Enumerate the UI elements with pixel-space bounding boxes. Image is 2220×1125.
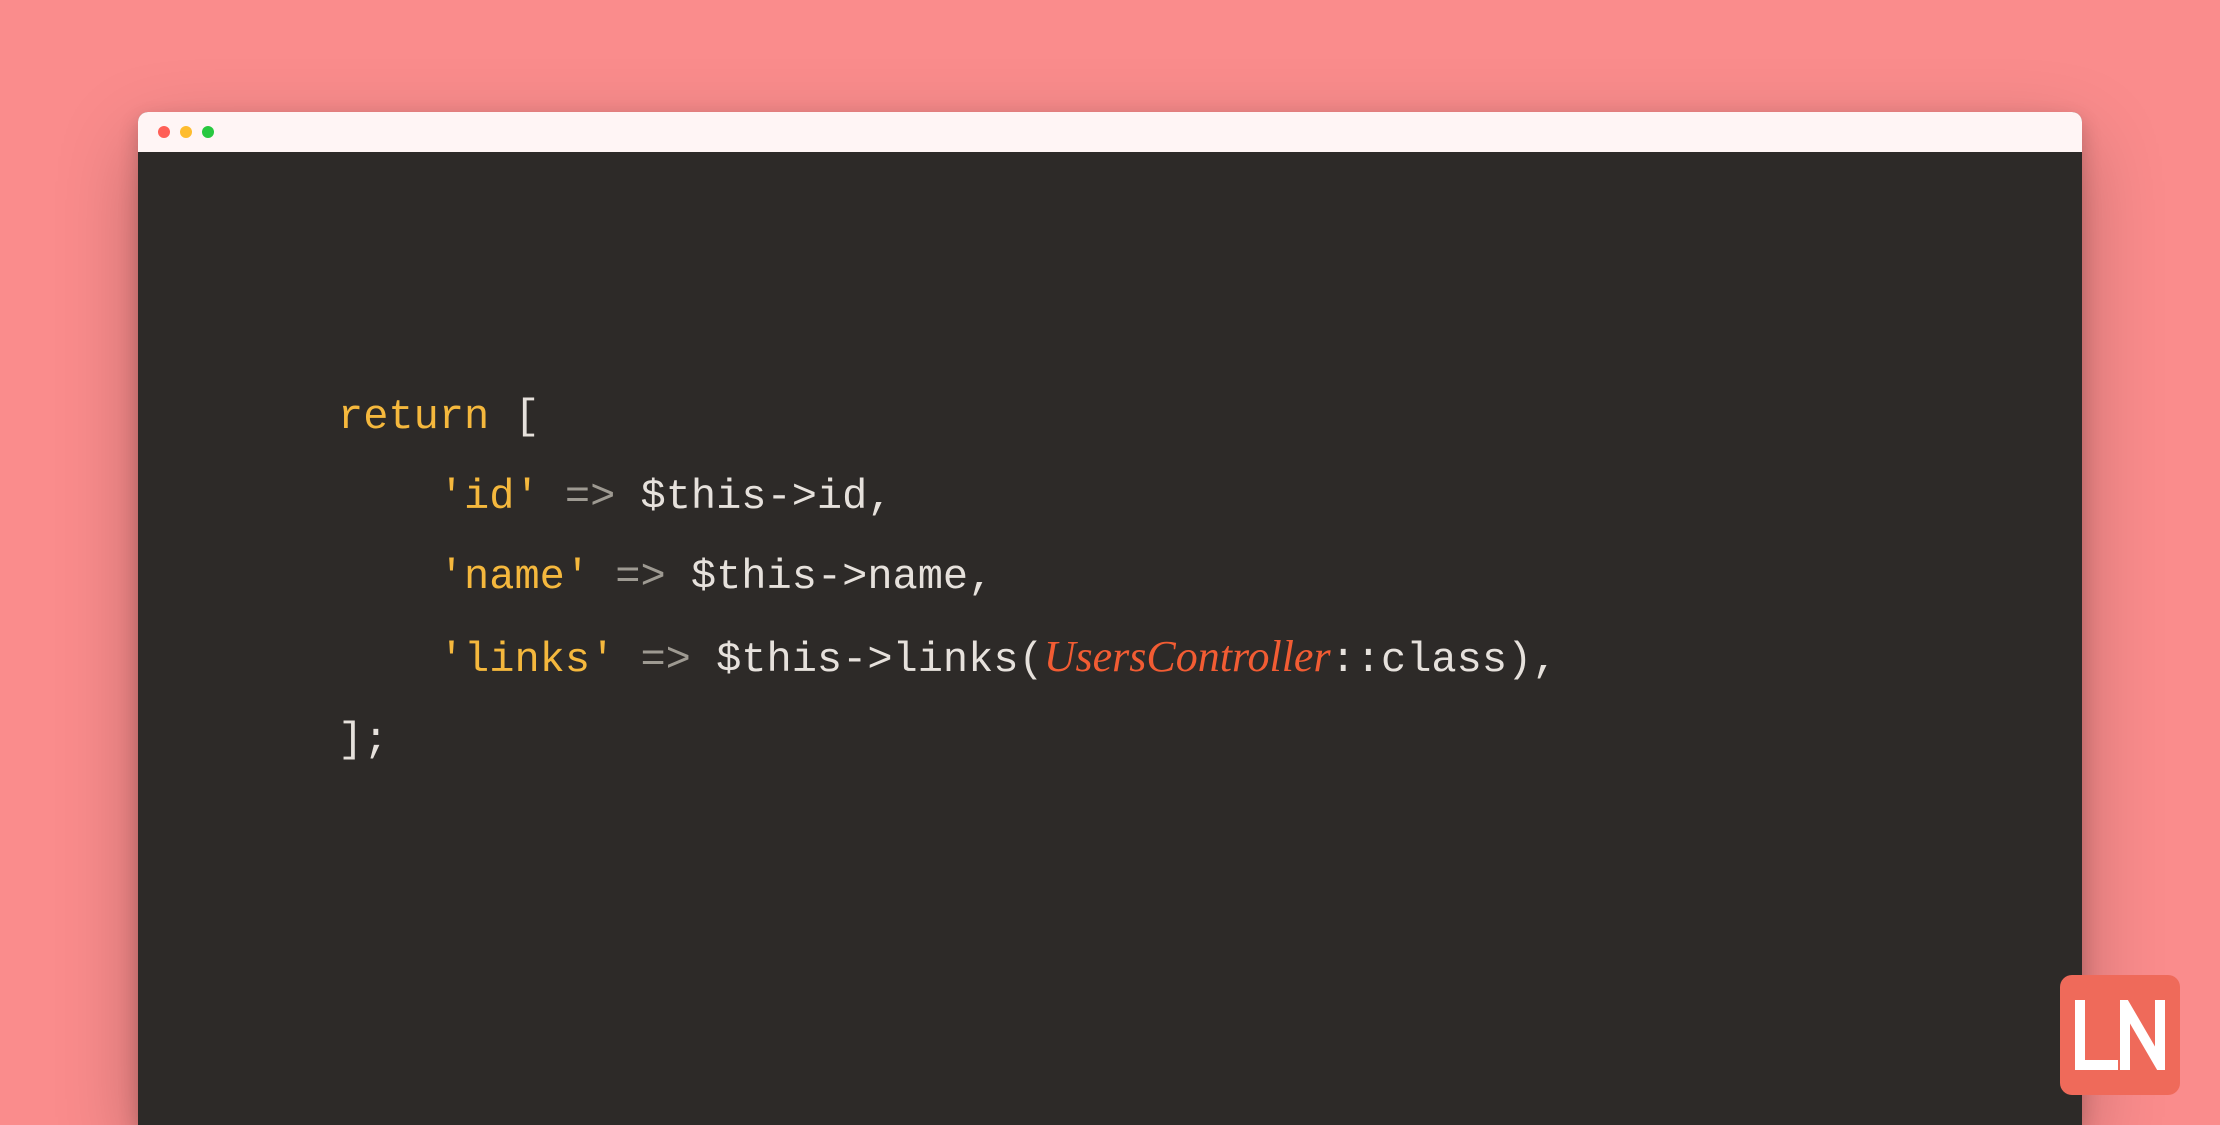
code-text: ];: [338, 716, 388, 764]
close-icon[interactable]: [158, 126, 170, 138]
code-text: $this->id,: [640, 473, 892, 521]
string-key-id: 'id': [439, 473, 540, 521]
code-text: ::class),: [1331, 636, 1558, 684]
code-indent: [338, 473, 439, 521]
code-block: return [ 'id' => $this->id, 'name' => $t…: [138, 152, 2082, 780]
keyword-return: return: [338, 393, 489, 441]
maximize-icon[interactable]: [202, 126, 214, 138]
editor-window: return [ 'id' => $this->id, 'name' => $t…: [138, 112, 2082, 1125]
string-key-name: 'name': [439, 553, 590, 601]
code-text: [: [489, 393, 539, 441]
code-indent: [338, 553, 439, 601]
string-key-links: 'links': [439, 636, 615, 684]
code-arrow: =>: [590, 553, 691, 601]
window-titlebar: [138, 112, 2082, 152]
code-text: $this->name,: [691, 553, 993, 601]
code-arrow: =>: [615, 636, 716, 684]
logo-badge: [2060, 975, 2180, 1095]
code-indent: [338, 636, 439, 684]
class-name: UsersController: [1044, 632, 1331, 681]
code-arrow: =>: [540, 473, 641, 521]
minimize-icon[interactable]: [180, 126, 192, 138]
logo-ln-icon: [2075, 1000, 2165, 1070]
code-text: $this->links(: [716, 636, 1044, 684]
